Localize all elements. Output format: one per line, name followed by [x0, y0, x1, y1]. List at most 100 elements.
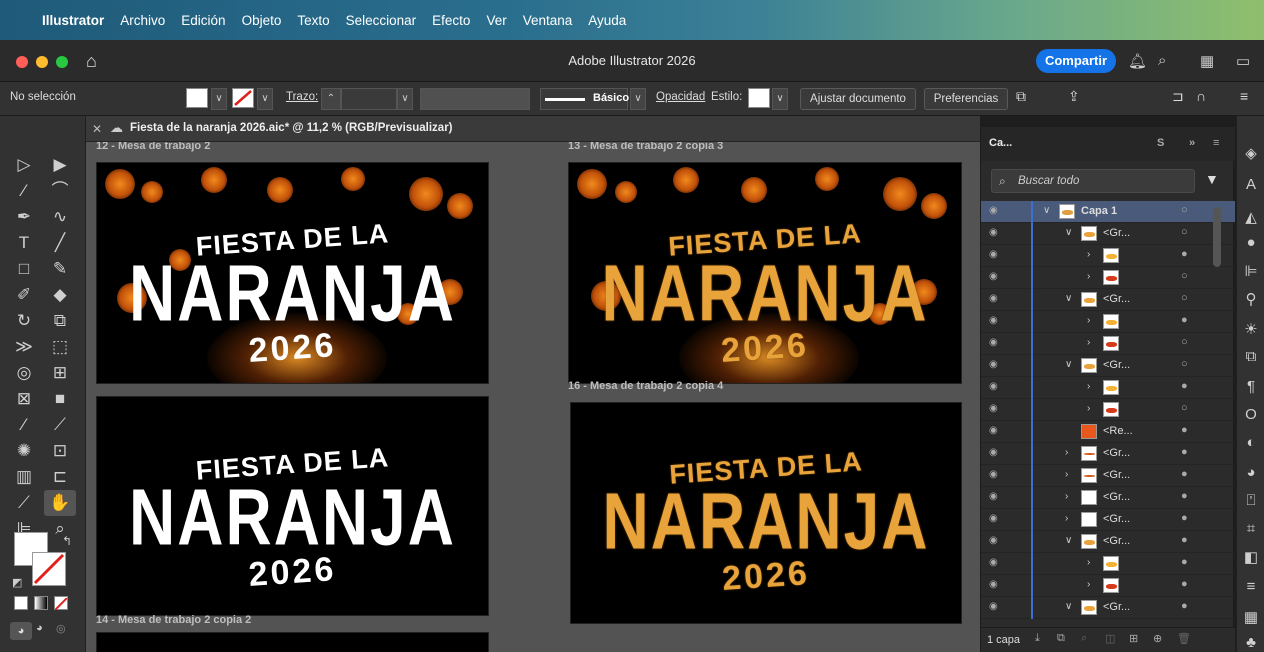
- color-panel-icon[interactable]: ◕: [1242, 464, 1260, 481]
- artboard-label-13[interactable]: 13 - Mesa de trabajo 2 copia 3: [568, 142, 723, 152]
- glyphs-panel-icon[interactable]: ⍞: [1242, 492, 1260, 509]
- visibility-eye-icon[interactable]: ◉: [989, 205, 998, 216]
- graphic-styles-icon[interactable]: ▦: [1242, 608, 1260, 626]
- filter-icon[interactable]: ▼: [1205, 171, 1219, 187]
- menu-edicion[interactable]: Edición: [181, 13, 225, 28]
- target-circle-icon[interactable]: ●: [1181, 446, 1188, 458]
- draw-behind-icon[interactable]: ◕: [36, 622, 43, 634]
- chevron-down-icon[interactable]: ∨: [1065, 359, 1072, 370]
- target-circle-icon[interactable]: ●: [1181, 380, 1188, 392]
- align-panel-icon[interactable]: ⊫: [1242, 262, 1260, 280]
- draw-mode-icon[interactable]: ◕: [10, 622, 32, 640]
- visibility-eye-icon[interactable]: ◉: [989, 447, 998, 458]
- chevron-right-icon[interactable]: ›: [1065, 469, 1068, 480]
- draw-inside-icon[interactable]: ◎: [56, 622, 66, 635]
- opacity-label[interactable]: Opacidad: [656, 91, 705, 103]
- graphic-style-dropdown[interactable]: ∨: [772, 88, 788, 110]
- panel-menu-icon[interactable]: ≡: [1213, 137, 1219, 149]
- visibility-eye-icon[interactable]: ◉: [989, 513, 998, 524]
- rotate-tool-icon[interactable]: ↻: [8, 308, 40, 334]
- target-circle-icon[interactable]: ●: [1181, 424, 1188, 436]
- line-tool-icon[interactable]: ╱: [44, 230, 76, 256]
- gradient-tool-icon[interactable]: ■: [44, 386, 76, 412]
- sublayer-row[interactable]: ◉ ∨ <Gr... ○: [981, 289, 1235, 311]
- menu-efecto[interactable]: Efecto: [432, 13, 470, 28]
- chevron-right-icon[interactable]: ›: [1065, 491, 1068, 502]
- new-layer-icon[interactable]: ⊕: [1153, 632, 1162, 645]
- sublayer-row[interactable]: ◉ ∨ <Gr... ●: [981, 531, 1235, 553]
- brush-dropdown[interactable]: ∨: [630, 88, 646, 110]
- preferences-button[interactable]: Preferencias: [924, 88, 1008, 110]
- visibility-eye-icon[interactable]: ◉: [989, 491, 998, 502]
- visibility-eye-icon[interactable]: ◉: [989, 337, 998, 348]
- sun-icon[interactable]: ☀: [1242, 320, 1260, 338]
- chevron-down-icon[interactable]: ∨: [1065, 601, 1072, 612]
- visibility-eye-icon[interactable]: ◉: [989, 469, 998, 480]
- sublayer-row[interactable]: ◉ › <Gr... ●: [981, 487, 1235, 509]
- panel-toggle-icon[interactable]: ▭: [1236, 52, 1250, 70]
- chevron-right-icon[interactable]: ›: [1065, 447, 1068, 458]
- eyedropper-tool-icon[interactable]: ⁄: [8, 412, 40, 438]
- variable-width-profile[interactable]: [420, 88, 530, 110]
- stroke-panel-icon[interactable]: ≡: [1242, 578, 1260, 595]
- shape-icon[interactable]: ∩: [1196, 88, 1206, 104]
- column-graph-tool-icon[interactable]: ⊡: [44, 438, 76, 464]
- mesh-tool-icon[interactable]: ⊠: [8, 386, 40, 412]
- share-button[interactable]: Compartir: [1036, 49, 1116, 73]
- menu-illustrator[interactable]: Illustrator: [42, 13, 104, 28]
- visibility-eye-icon[interactable]: ◉: [989, 425, 998, 436]
- chevron-right-icon[interactable]: ›: [1087, 557, 1090, 568]
- menu-archivo[interactable]: Archivo: [120, 13, 165, 28]
- target-circle-icon[interactable]: ●: [1181, 534, 1188, 546]
- target-circle-icon[interactable]: ○: [1181, 204, 1188, 216]
- visibility-eye-icon[interactable]: ◉: [989, 557, 998, 568]
- brush-definition[interactable]: Básico: [540, 88, 629, 110]
- chevron-right-icon[interactable]: ›: [1087, 579, 1090, 590]
- shape-builder-tool-icon[interactable]: ◎: [8, 360, 40, 386]
- target-circle-icon[interactable]: ○: [1181, 270, 1188, 282]
- workspace-icon[interactable]: ▦: [1200, 52, 1214, 70]
- visibility-eye-icon[interactable]: ◉: [989, 359, 998, 370]
- canvas-area[interactable]: 12 - Mesa de trabajo 2 13 - Mesa de trab…: [86, 142, 980, 652]
- stroke-swatch[interactable]: [232, 88, 254, 108]
- free-transform-tool-icon[interactable]: ⬚: [44, 334, 76, 360]
- menu-ventana[interactable]: Ventana: [523, 13, 573, 28]
- graphic-style-swatch[interactable]: [748, 88, 770, 108]
- chevron-down-icon[interactable]: ∨: [1065, 227, 1072, 238]
- stroke-dropdown[interactable]: ∨: [257, 88, 273, 110]
- stroke-weight-stepper[interactable]: ⌃: [321, 88, 341, 110]
- libraries-icon[interactable]: ♣: [1242, 634, 1260, 651]
- paintbrush-tool-icon[interactable]: ✎: [44, 256, 76, 282]
- chevron-right-icon[interactable]: ›: [1087, 403, 1090, 414]
- none-mode-icon[interactable]: [54, 596, 68, 611]
- visibility-eye-icon[interactable]: ◉: [989, 271, 998, 282]
- type-tool-icon[interactable]: T: [8, 230, 40, 256]
- transparency-panel-icon[interactable]: ◭: [1242, 208, 1260, 226]
- stroke-color-box[interactable]: [32, 552, 66, 586]
- selection-tool-icon[interactable]: ▷: [8, 152, 40, 178]
- target-circle-icon[interactable]: ○: [1181, 358, 1188, 370]
- notifications-icon[interactable]: 🔔︎: [1128, 52, 1147, 70]
- menu-ayuda[interactable]: Ayuda: [588, 13, 626, 28]
- export-layer-icon[interactable]: ⤓: [1035, 632, 1040, 645]
- perspective-grid-tool-icon[interactable]: ⊞: [44, 360, 76, 386]
- visibility-eye-icon[interactable]: ◉: [989, 535, 998, 546]
- stroke-weight-dropdown[interactable]: ∨: [397, 88, 413, 110]
- visibility-eye-icon[interactable]: ◉: [989, 227, 998, 238]
- chevron-right-icon[interactable]: ›: [1065, 513, 1068, 524]
- visibility-eye-icon[interactable]: ◉: [989, 579, 998, 590]
- pathfinder-panel-icon[interactable]: ●: [1242, 234, 1260, 251]
- artboard-label-14[interactable]: 14 - Mesa de trabajo 2 copia 2: [96, 614, 251, 626]
- puppet-warp-icon[interactable]: ⚲: [1242, 290, 1260, 308]
- menu-texto[interactable]: Texto: [297, 13, 329, 28]
- direct-selection-tool-icon[interactable]: ▶: [44, 152, 76, 178]
- sublayer-row[interactable]: ◉ ∨ <Gr... ●: [981, 597, 1235, 619]
- visibility-eye-icon[interactable]: ◉: [989, 601, 998, 612]
- sublayer-row[interactable]: ◉ <Re... ●: [981, 421, 1235, 443]
- locate-object-icon[interactable]: ⌕: [1081, 632, 1087, 645]
- eraser-tool-icon[interactable]: ◆: [44, 282, 76, 308]
- visibility-eye-icon[interactable]: ◉: [989, 249, 998, 260]
- target-circle-icon[interactable]: ○: [1181, 292, 1188, 304]
- chevron-right-icon[interactable]: ›: [1087, 337, 1090, 348]
- artboard-label-16[interactable]: 16 - Mesa de trabajo 2 copia 4: [568, 380, 723, 392]
